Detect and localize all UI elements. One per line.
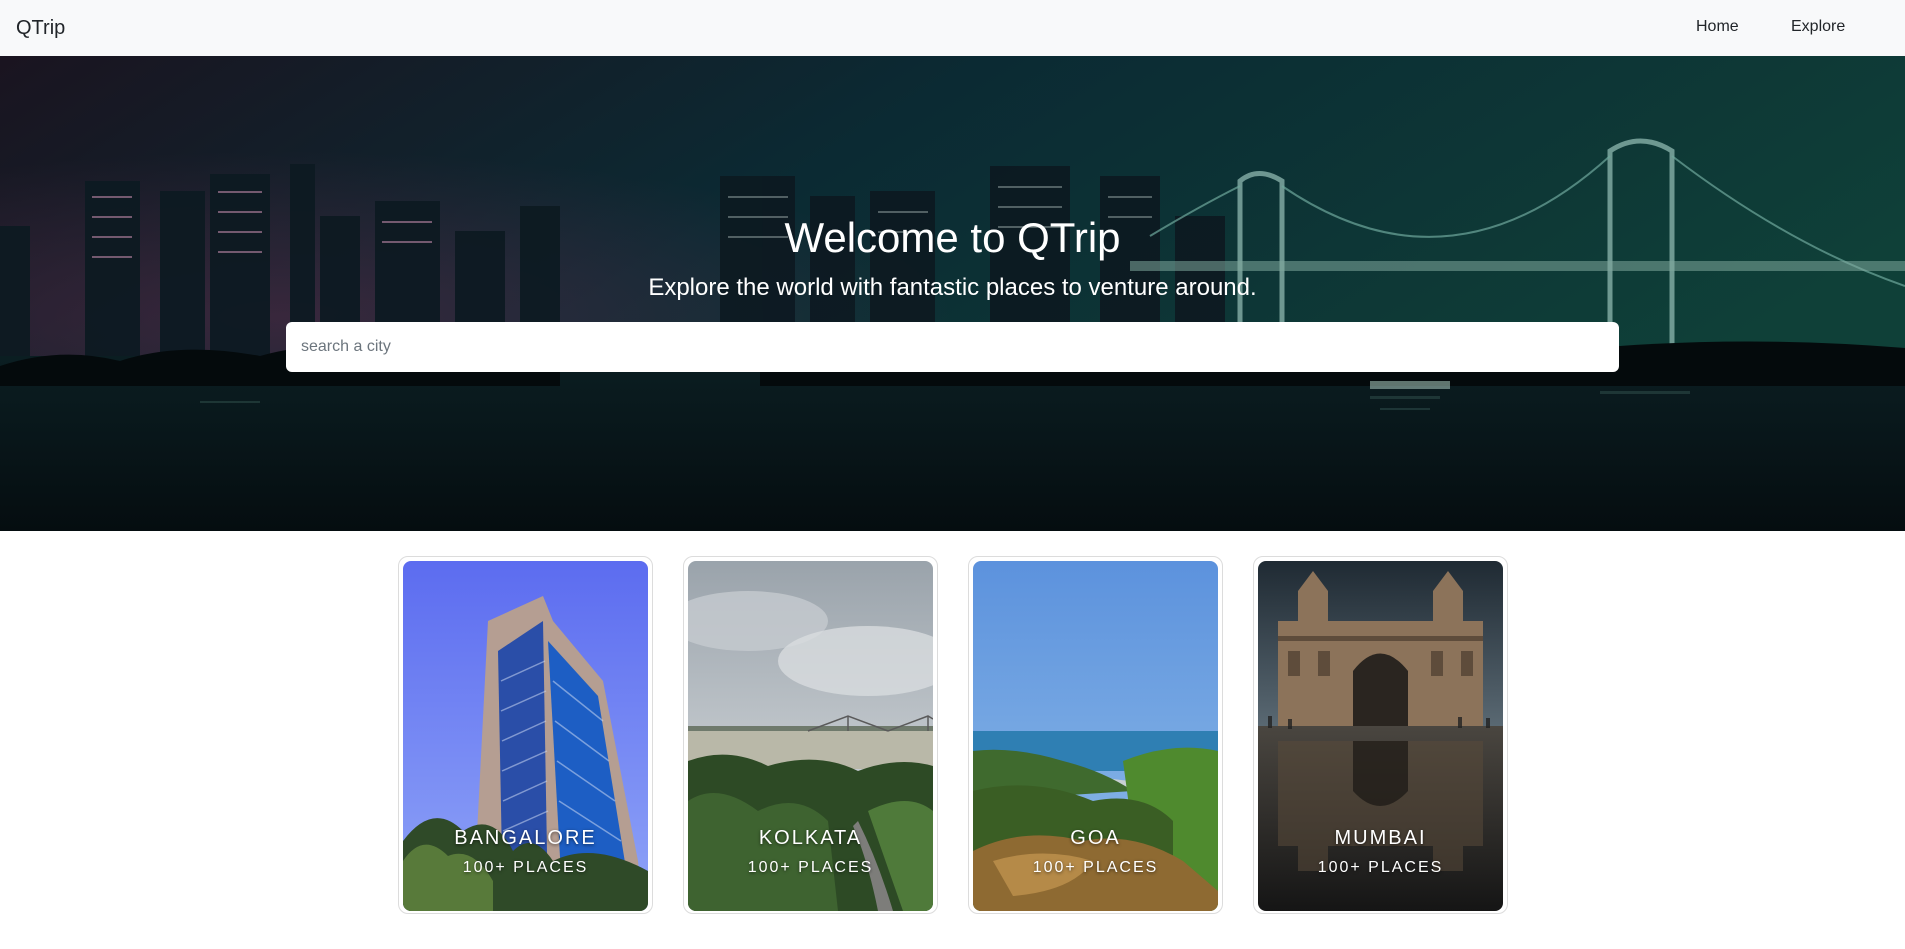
hero-subtitle: Explore the world with fantastic places … <box>648 274 1257 301</box>
city-card-image: Kolkata 100+ Places <box>688 561 933 911</box>
hero-banner: Welcome to QTrip Explore the world with … <box>0 56 1905 531</box>
city-card-mumbai[interactable]: Mumbai 100+ Places <box>1253 556 1508 914</box>
city-places-count: 100+ Places <box>747 859 874 876</box>
city-name: Kolkata <box>758 827 863 849</box>
nav-link-explore[interactable]: Explore <box>1791 18 1845 36</box>
nav-link-home[interactable]: Home <box>1696 18 1739 36</box>
navbar: QTrip Home Explore <box>0 0 1905 56</box>
city-card-bangalore[interactable]: Bangalore 100+ Places <box>398 556 653 914</box>
city-name: Bangalore <box>454 827 597 849</box>
brand-logo[interactable]: QTrip <box>16 17 65 40</box>
city-card-goa[interactable]: Goa 100+ Places <box>968 556 1223 914</box>
city-places-count: 100+ Places <box>1032 859 1159 876</box>
city-card-image: Goa 100+ Places <box>973 561 1218 911</box>
hero-title: Welcome to QTrip <box>784 214 1121 261</box>
city-card-kolkata[interactable]: Kolkata 100+ Places <box>683 556 938 914</box>
city-name: Goa <box>1070 827 1121 849</box>
city-name: Mumbai <box>1334 827 1427 849</box>
city-card-image: Bangalore 100+ Places <box>403 561 648 911</box>
city-grid: Bangalore 100+ Places <box>0 556 1905 916</box>
city-search-input[interactable] <box>286 322 1619 372</box>
city-places-count: 100+ Places <box>1317 859 1444 876</box>
city-card-image: Mumbai 100+ Places <box>1258 561 1503 911</box>
city-places-count: 100+ Places <box>462 859 589 876</box>
